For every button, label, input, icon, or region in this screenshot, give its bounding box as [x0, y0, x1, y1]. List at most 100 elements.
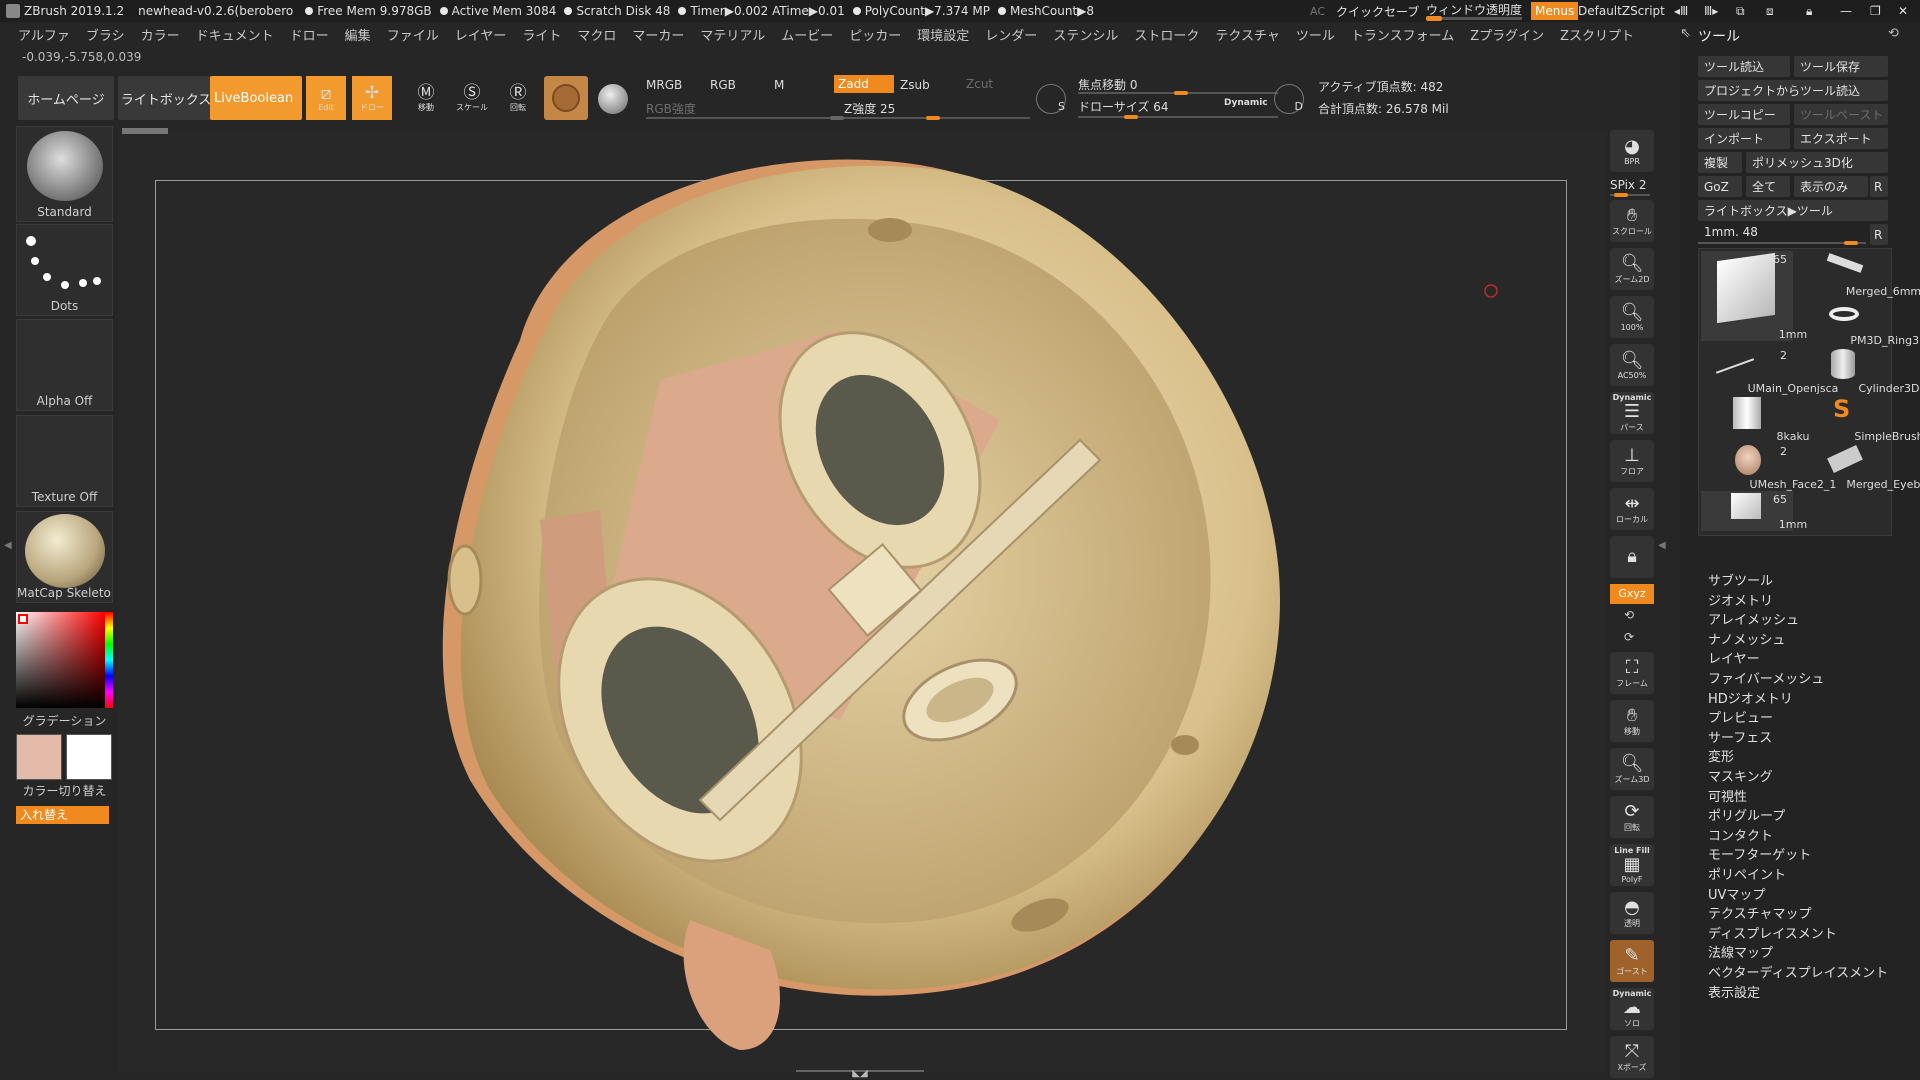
- subpalette-item[interactable]: テクスチャマップ: [1708, 903, 1811, 922]
- m-button[interactable]: M: [774, 78, 784, 92]
- material-mode-button[interactable]: [544, 76, 588, 120]
- menu-item[interactable]: レイヤー: [455, 25, 507, 44]
- subpalette-item[interactable]: モーフターゲット: [1708, 844, 1811, 863]
- current-tool-r-button[interactable]: R: [1870, 224, 1888, 245]
- tool-thumb-ring3d[interactable]: PM3D_Ring3D: [1797, 299, 1920, 347]
- menu-item[interactable]: アルファ: [18, 25, 70, 44]
- main-color-swatch[interactable]: [16, 734, 62, 780]
- rotate-mode-button[interactable]: Ⓡ 回転: [498, 76, 538, 120]
- minimize-icon[interactable]: —: [1840, 4, 1852, 18]
- menu-item[interactable]: トランスフォーム: [1351, 25, 1454, 44]
- subpalette-item[interactable]: 法線マップ: [1708, 942, 1773, 961]
- menu-item[interactable]: 環境設定: [917, 25, 969, 44]
- subtool-sphere-icon[interactable]: [598, 84, 628, 114]
- subpalette-item[interactable]: HDジオメトリ: [1708, 688, 1793, 707]
- spotlight-s-button[interactable]: S: [1036, 84, 1066, 114]
- hue-strip[interactable]: [105, 612, 113, 708]
- spix-label[interactable]: SPix 2: [1610, 178, 1646, 192]
- current-tool-slider[interactable]: [1698, 241, 1866, 245]
- subpalette-item[interactable]: 表示設定: [1708, 982, 1760, 1001]
- bpr-button[interactable]: ◕ BPR: [1610, 130, 1654, 172]
- menu-item[interactable]: ライト: [522, 25, 561, 44]
- local-button[interactable]: ⇹ ローカル: [1610, 488, 1654, 530]
- subpalette-item[interactable]: プレビュー: [1708, 707, 1773, 726]
- window-layout-icon[interactable]: ⧉: [1736, 4, 1745, 19]
- edit-mode-button[interactable]: ⧄ Edit: [306, 76, 346, 120]
- swap-color-button[interactable]: 入れ替え: [16, 806, 109, 824]
- lightbox-button[interactable]: ライトボックス: [118, 76, 214, 120]
- menu-item[interactable]: ムービー: [781, 25, 833, 44]
- subpalette-item[interactable]: ナノメッシュ: [1708, 629, 1785, 648]
- menu-item[interactable]: テクスチャ: [1215, 25, 1279, 44]
- subpalette-item[interactable]: ベクターディスプレイスメント: [1708, 962, 1888, 981]
- menu-item[interactable]: レンダー: [985, 25, 1037, 44]
- liveboolean-button[interactable]: LiveBoolean: [210, 76, 302, 120]
- bottom-handle[interactable]: ◣◢: [796, 1069, 924, 1079]
- import-button[interactable]: インポート: [1698, 128, 1790, 149]
- tool-thumb-8kaku[interactable]: 8kaku: [1701, 395, 1809, 443]
- goz-r-button[interactable]: R: [1870, 176, 1888, 197]
- goz-button[interactable]: GoZ: [1698, 176, 1742, 197]
- subpalette-item[interactable]: マスキング: [1708, 766, 1773, 785]
- canvas-tab[interactable]: [122, 128, 168, 134]
- subpalette-item[interactable]: サブツール: [1708, 570, 1773, 589]
- copy-tool-button[interactable]: ツールコピー: [1698, 104, 1790, 125]
- menu-item[interactable]: マーカー: [632, 25, 684, 44]
- subpalette-item[interactable]: コンタクト: [1708, 825, 1773, 844]
- menu-item[interactable]: ツール: [1296, 25, 1335, 44]
- quicksave-button[interactable]: クイックセーブ: [1336, 3, 1419, 20]
- subpalette-item[interactable]: サーフェス: [1708, 727, 1772, 746]
- texture-selector[interactable]: Texture Off: [16, 415, 113, 507]
- perspective-button[interactable]: Dynamic ☰ パース: [1610, 392, 1654, 434]
- solo-button[interactable]: Dynamic ☁ ソロ: [1610, 988, 1654, 1030]
- gradient-label[interactable]: グラデーション: [16, 712, 113, 729]
- menu-item[interactable]: Zプラグイン: [1470, 25, 1544, 44]
- tool-thumb-umesh-face[interactable]: 2 UMesh_Face2_1: [1701, 443, 1836, 491]
- scroll-button[interactable]: ✋︎ スクロール: [1610, 200, 1654, 242]
- make-polymesh-button[interactable]: ポリメッシュ3D化: [1746, 152, 1888, 173]
- restore-icon[interactable]: ❐: [1870, 4, 1881, 18]
- menu-item[interactable]: ステンシル: [1053, 25, 1118, 44]
- close-icon[interactable]: ✕: [1898, 4, 1908, 18]
- subpalette-item[interactable]: ジオメトリ: [1708, 590, 1773, 609]
- color-picker[interactable]: [16, 612, 113, 708]
- move-mode-button[interactable]: Ⓜ 移動: [406, 76, 446, 120]
- rgb-button[interactable]: RGB: [710, 78, 736, 92]
- transparency-slider[interactable]: [1426, 16, 1522, 21]
- subpalette-item[interactable]: ポリグループ: [1708, 805, 1785, 824]
- secondary-color-swatch[interactable]: [66, 734, 112, 780]
- rotate-y-icon[interactable]: ⟲: [1624, 608, 1634, 622]
- subpalette-item[interactable]: レイヤー: [1708, 648, 1760, 667]
- actual-size-button[interactable]: 🔍︎ 100%: [1610, 296, 1654, 338]
- panel-divider-left[interactable]: ◀: [4, 540, 12, 551]
- zoom3d-button[interactable]: 🔍︎ ズーム3D: [1610, 748, 1654, 790]
- brush-selector[interactable]: Standard: [16, 126, 113, 222]
- subpalette-item[interactable]: 可視性: [1708, 786, 1747, 805]
- rotate-view-button[interactable]: ⟳ 回転: [1610, 796, 1654, 838]
- zadd-button[interactable]: Zadd: [834, 75, 894, 93]
- tool-thumb-1mm-active[interactable]: 65 1mm: [1701, 251, 1807, 341]
- tool-palette-title[interactable]: ツール: [1698, 26, 1740, 46]
- layout-left-icon[interactable]: ◂Ⅲ: [1674, 4, 1688, 18]
- alpha-selector[interactable]: Alpha Off: [16, 319, 113, 411]
- transp-button[interactable]: ◓ 透明: [1610, 892, 1654, 934]
- switch-color-label[interactable]: カラー切り替え: [16, 782, 113, 799]
- polyf-button[interactable]: Line Fill ▦ PolyF: [1610, 844, 1654, 886]
- spix-slider[interactable]: [1610, 193, 1650, 197]
- floor-button[interactable]: ⊥ フロア: [1610, 440, 1654, 482]
- lock-camera-button[interactable]: 🔒︎: [1610, 536, 1654, 578]
- export-button[interactable]: エクスポート: [1794, 128, 1888, 149]
- material-selector[interactable]: MatCap Skeleton: [16, 511, 113, 603]
- menu-item[interactable]: カラー: [141, 25, 180, 44]
- subpalette-item[interactable]: ポリペイント: [1708, 864, 1786, 883]
- goz-all-button[interactable]: 全て: [1746, 176, 1790, 197]
- move-view-button[interactable]: ✋︎ 移動: [1610, 700, 1654, 742]
- stroke-selector[interactable]: Dots: [16, 224, 113, 316]
- subpalette-item[interactable]: ディスプレイスメント: [1708, 923, 1837, 942]
- tool-palette-close-icon[interactable]: ⟲: [1888, 26, 1899, 41]
- menu-item[interactable]: Zスクリプト: [1560, 25, 1634, 44]
- z-intensity-slider[interactable]: [844, 116, 1030, 120]
- mrgb-button[interactable]: MRGB: [646, 78, 682, 92]
- xpose-button[interactable]: ⤧ Xポーズ: [1610, 1036, 1654, 1078]
- subpalette-item[interactable]: UVマップ: [1708, 884, 1765, 903]
